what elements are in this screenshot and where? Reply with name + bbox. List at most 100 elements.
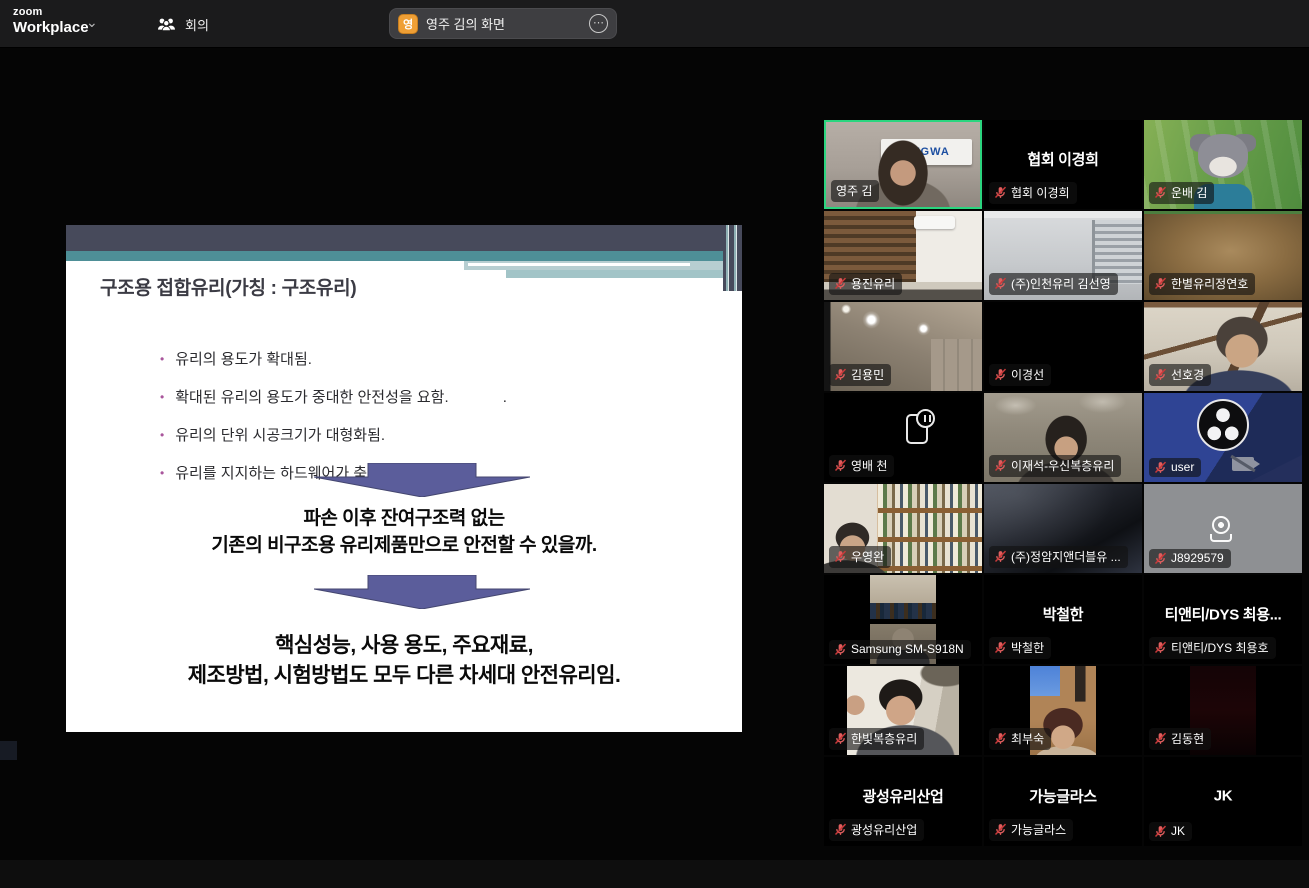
participant-tile-22[interactable]: 광성유리산업광성유리산업 (824, 757, 982, 846)
logo-line1: zoom (13, 7, 89, 18)
participant-name: 박철한 (1011, 639, 1044, 656)
participant-tile-10[interactable]: 영배 천 (824, 393, 982, 482)
participant-tile-1[interactable]: 영주 김 (824, 120, 982, 209)
slide-header-band (66, 225, 742, 251)
participant-tile-21[interactable]: 김동현 (1144, 666, 1302, 755)
participant-name: 광성유리산업 (851, 821, 917, 838)
participant-name-tag: 영배 천 (829, 455, 894, 477)
more-options-icon[interactable]: ⋯ (589, 14, 608, 33)
muted-mic-icon (1154, 461, 1167, 474)
shared-screen-pill[interactable]: 영 영주 김의 화면 ⋯ (389, 8, 617, 39)
participant-name: (주)인천유리 김선영 (1011, 275, 1111, 292)
participant-tile-19[interactable]: 한빛복층유리 (824, 666, 982, 755)
participant-name: J8929579 (1171, 551, 1224, 565)
participant-tile-8[interactable]: 이경선 (984, 302, 1142, 391)
participant-name-tag: 최부숙 (989, 728, 1051, 750)
muted-mic-icon (834, 643, 847, 656)
participant-tile-14[interactable]: (주)정암지앤더블유 ... (984, 484, 1142, 573)
muted-mic-icon (834, 732, 847, 745)
slide-bullet: 유리의 용도가 확대됨. (160, 349, 507, 371)
participant-name-tag: (주)인천유리 김선영 (989, 273, 1118, 295)
participant-name: Samsung SM-S918N (851, 642, 964, 656)
muted-mic-icon (994, 732, 1007, 745)
slide-accent-bar-2 (506, 270, 742, 278)
shared-screen-badge: 영 (398, 14, 418, 34)
participant-name-tag: 협회 이경희 (989, 182, 1077, 204)
participant-tile-9[interactable]: 선호경 (1144, 302, 1302, 391)
muted-mic-icon (834, 459, 847, 472)
tab-meeting[interactable]: 회의 (157, 0, 209, 48)
muted-mic-icon (1154, 552, 1167, 565)
participant-name-tag: 이경선 (989, 364, 1051, 386)
participant-name-tag: 우영완 (829, 546, 891, 568)
participant-name: (주)정암지앤더블유 ... (1011, 548, 1121, 565)
camera-off-icon (1232, 457, 1254, 471)
phone-paused-icon (906, 414, 928, 444)
participant-name-tag: JK (1149, 822, 1192, 841)
zoom-meeting-window: zoom Workplace ⌄ 회의 영 영주 김의 화면 ⋯ (0, 0, 1309, 888)
participant-tile-11[interactable]: 이재석-우신복층유리 (984, 393, 1142, 482)
participant-name-tag: 박철한 (989, 637, 1051, 659)
participant-name: user (1171, 460, 1194, 474)
participant-tile-16[interactable]: Samsung SM-S918N (824, 575, 982, 664)
muted-mic-icon (834, 277, 847, 290)
meeting-tab-label: 회의 (185, 15, 209, 34)
participant-name: 운배 김 (1171, 184, 1207, 201)
corner-chip (0, 741, 17, 760)
participant-name-tag: user (1149, 458, 1201, 477)
participant-tile-17[interactable]: 박철한박철한 (984, 575, 1142, 664)
participant-tile-13[interactable]: 우영완 (824, 484, 982, 573)
participant-name: 영주 김 (836, 182, 872, 199)
participant-tile-6[interactable]: 한별유리정연호 (1144, 211, 1302, 300)
participant-name: 가능글라스 (1011, 821, 1066, 838)
participant-name: 한별유리정연호 (1171, 275, 1248, 292)
participant-tile-15[interactable]: J8929579 (1144, 484, 1302, 573)
participant-centered-name: JK (1144, 788, 1302, 805)
participant-name: 이재석-우신복층유리 (1011, 457, 1114, 474)
participant-tile-7[interactable]: 김용민 (824, 302, 982, 391)
muted-mic-icon (1154, 277, 1167, 290)
participant-name-tag: 운배 김 (1149, 182, 1214, 204)
participant-name-tag: 가능글라스 (989, 819, 1073, 841)
muted-mic-icon (994, 459, 1007, 472)
muted-mic-icon (1154, 641, 1167, 654)
participant-name-tag: 김용민 (829, 364, 891, 386)
obs-logo-icon (1197, 399, 1249, 451)
participant-tile-23[interactable]: 가능글라스가능글라스 (984, 757, 1142, 846)
participant-grid: 영주 김 협회 이경희협회 이경희운배 김용진유리 (주)인천유리 김선영 한별유리정… (824, 120, 1302, 846)
participant-tile-3[interactable]: 운배 김 (1144, 120, 1302, 209)
participant-tile-20[interactable]: 최부숙 (984, 666, 1142, 755)
participant-name-tag: (주)정암지앤더블유 ... (989, 546, 1128, 568)
participant-tile-2[interactable]: 협회 이경희협회 이경희 (984, 120, 1142, 209)
shared-screen-title: 영주 김의 화면 (426, 14, 581, 33)
slide-edge-stripes (723, 225, 742, 291)
participant-tile-24[interactable]: JK JK (1144, 757, 1302, 846)
muted-mic-icon (994, 277, 1007, 290)
muted-mic-icon (994, 368, 1007, 381)
slide-bullet: 확대된 유리의 용도가 중대한 안전성을 요함. . (160, 387, 507, 409)
participant-name-tag: 티앤티/DYS 최용호 (1149, 637, 1276, 659)
participant-centered-name: 박철한 (984, 604, 1142, 625)
down-arrow-shape (314, 463, 530, 497)
muted-mic-icon (834, 823, 847, 836)
participant-name: 최부숙 (1011, 730, 1044, 747)
participant-name-tag: 용진유리 (829, 273, 902, 295)
participant-name: 우영완 (851, 548, 884, 565)
muted-mic-icon (994, 823, 1007, 836)
participant-name: 영배 천 (851, 457, 887, 474)
slide-accent-bar-1 (464, 261, 742, 270)
muted-mic-icon (1154, 368, 1167, 381)
chevron-down-icon[interactable]: ⌄ (86, 14, 98, 31)
slide-title: 구조용 접합유리(가칭 : 구조유리) (100, 273, 356, 300)
participant-centered-name: 티앤티/DYS 최용... (1144, 604, 1302, 625)
participant-name-tag: 선호경 (1149, 364, 1211, 386)
participant-name-tag: 영주 김 (831, 180, 879, 202)
muted-mic-icon (1154, 732, 1167, 745)
slide-teal-band (66, 251, 742, 261)
participant-tile-12[interactable]: user (1144, 393, 1302, 482)
participant-tile-4[interactable]: 용진유리 (824, 211, 982, 300)
muted-mic-icon (994, 550, 1007, 563)
participant-tile-5[interactable]: (주)인천유리 김선영 (984, 211, 1142, 300)
participant-tile-18[interactable]: 티앤티/DYS 최용... 티앤티/DYS 최용호 (1144, 575, 1302, 664)
muted-mic-icon (834, 368, 847, 381)
